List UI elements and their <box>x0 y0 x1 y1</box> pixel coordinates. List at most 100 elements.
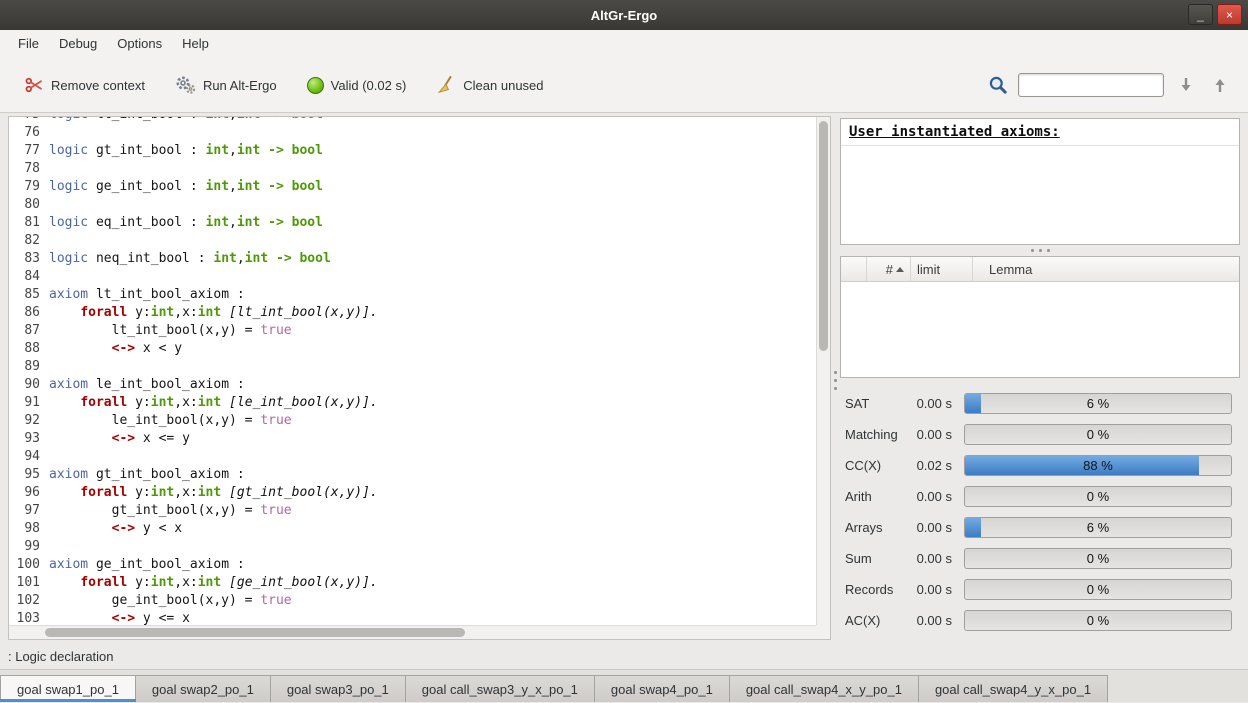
line-number: 91 <box>9 395 49 413</box>
search-input[interactable] <box>1018 73 1164 97</box>
vertical-scrollbar-thumb[interactable] <box>819 121 828 351</box>
tab-goal-call-swap4-y-x-po-1[interactable]: goal call_swap4_y_x_po_1 <box>918 675 1108 702</box>
code-line: 103 <-> y <= x <box>9 611 378 625</box>
code-viewport[interactable]: 75logic lt_int_bool : int,int -> bool76 7… <box>9 117 816 625</box>
tab-goal-call-swap3-y-x-po-1[interactable]: goal call_swap3_y_x_po_1 <box>405 675 595 702</box>
stat-row: Matching0.00 s 0 % <box>840 419 1240 450</box>
run-alt-ergo-button[interactable]: Run Alt-Ergo <box>175 75 277 95</box>
progress-text: 0 % <box>965 425 1231 444</box>
menu-bar: FileDebugOptionsHelp <box>0 30 1248 58</box>
line-number: 88 <box>9 341 49 359</box>
line-number: 76 <box>9 125 49 143</box>
stat-time: 0.00 s <box>904 396 952 411</box>
line-number: 93 <box>9 431 49 449</box>
progress-text: 0 % <box>965 611 1231 630</box>
line-number: 86 <box>9 305 49 323</box>
code-text: ge_int_bool(x,y) = true <box>49 593 292 611</box>
clean-unused-button[interactable]: Clean unused <box>436 75 543 95</box>
close-button[interactable]: × <box>1217 4 1242 25</box>
progress-text: 6 % <box>965 518 1231 537</box>
vertical-scrollbar[interactable] <box>816 117 830 625</box>
horizontal-pane-divider-grip[interactable] <box>1015 246 1065 255</box>
code-line: 98 <-> y < x <box>9 521 378 539</box>
code-line: 93 <-> x <= y <box>9 431 378 449</box>
line-number: 90 <box>9 377 49 395</box>
tab-goal-call-swap4-x-y-po-1[interactable]: goal call_swap4_x_y_po_1 <box>729 675 919 702</box>
code-line: 99 <box>9 539 378 557</box>
code-line: 84 <box>9 269 378 287</box>
title-bar: AltGr-Ergo _ × <box>0 0 1248 30</box>
code-line: 76 <box>9 125 378 143</box>
code-text: logic gt_int_bool : int,int -> bool <box>49 143 323 161</box>
stat-label: Matching <box>840 427 904 442</box>
remove-context-button[interactable]: Remove context <box>24 75 145 95</box>
code-editor[interactable]: 75logic lt_int_bool : int,int -> bool76 7… <box>8 116 831 640</box>
code-line: 83logic neq_int_bool : int,int -> bool <box>9 251 378 269</box>
pane-divider-grip[interactable] <box>832 360 839 400</box>
line-number: 98 <box>9 521 49 539</box>
progress-text: 6 % <box>965 394 1231 413</box>
stat-time: 0.00 s <box>904 427 952 442</box>
code-line: 94 <box>9 449 378 467</box>
stat-row: Records0.00 s0 % <box>840 574 1240 605</box>
code-text: forall y:int,x:int [le_int_bool(x,y)]. <box>49 395 378 413</box>
table-col-number[interactable]: # <box>867 257 911 281</box>
code-text: <-> x < y <box>49 341 182 359</box>
toolbar-search-group <box>988 58 1232 112</box>
line-number: 101 <box>9 575 49 593</box>
code-line: 101 forall y:int,x:int [ge_int_bool(x,y)… <box>9 575 378 593</box>
line-number: 94 <box>9 449 49 467</box>
line-number: 95 <box>9 467 49 485</box>
code-text: axiom le_int_bool_axiom : <box>49 377 245 395</box>
code-text: forall y:int,x:int [lt_int_bool(x,y)]. <box>49 305 378 323</box>
tab-goal-swap3-po-1[interactable]: goal swap3_po_1 <box>270 675 406 702</box>
stat-label: SAT <box>840 396 904 411</box>
menu-item-debug[interactable]: Debug <box>49 30 107 58</box>
code-text: <-> y < x <box>49 521 182 539</box>
table-col-number-label: # <box>886 262 893 277</box>
goal-tabs: goal swap1_po_1goal swap2_po_1goal swap3… <box>0 669 1248 702</box>
table-col-lemma[interactable]: Lemma <box>973 257 1239 281</box>
code-line: 90axiom le_int_bool_axiom : <box>9 377 378 395</box>
code-line: 87 lt_int_bool(x,y) = true <box>9 323 378 341</box>
line-number: 79 <box>9 179 49 197</box>
stat-time: 0.00 s <box>904 489 952 504</box>
stat-row: Arith0.00 s0 % <box>840 481 1240 512</box>
horizontal-scrollbar[interactable] <box>9 625 816 639</box>
scissors-icon <box>24 75 44 95</box>
line-number: 102 <box>9 593 49 611</box>
progress-text: 88 % <box>965 456 1231 475</box>
jump-down-button[interactable] <box>1174 73 1198 97</box>
code-line: 102 ge_int_bool(x,y) = true <box>9 593 378 611</box>
line-number: 80 <box>9 197 49 215</box>
code-line: 79logic ge_int_bool : int,int -> bool <box>9 179 378 197</box>
code-line: 75logic lt_int_bool : int,int -> bool <box>9 117 378 125</box>
lemma-table: # limit Lemma <box>840 256 1240 378</box>
line-number: 81 <box>9 215 49 233</box>
tab-goal-swap4-po-1[interactable]: goal swap4_po_1 <box>594 675 730 702</box>
code-line: 82 <box>9 233 378 251</box>
menu-item-file[interactable]: File <box>8 30 49 58</box>
stat-row: AC(X)0.00 s0 % <box>840 605 1240 636</box>
progress-text: 0 % <box>965 487 1231 506</box>
run-alt-ergo-label: Run Alt-Ergo <box>203 78 277 93</box>
status-bar: : Logic declaration <box>0 646 114 668</box>
tab-goal-swap2-po-1[interactable]: goal swap2_po_1 <box>135 675 271 702</box>
table-col-limit[interactable]: limit <box>911 257 973 281</box>
tab-goal-swap1-po-1[interactable]: goal swap1_po_1 <box>0 675 136 702</box>
line-number: 83 <box>9 251 49 269</box>
menu-item-help[interactable]: Help <box>172 30 219 58</box>
minimize-button[interactable]: _ <box>1188 4 1213 25</box>
axioms-panel-title: User instantiated axioms: <box>841 119 1239 146</box>
code-content: 75logic lt_int_bool : int,int -> bool76 7… <box>9 117 378 625</box>
axioms-panel: User instantiated axioms: <box>840 118 1240 245</box>
horizontal-scrollbar-thumb[interactable] <box>45 628 465 637</box>
code-line: 96 forall y:int,x:int [gt_int_bool(x,y)]… <box>9 485 378 503</box>
progress-text: 0 % <box>965 549 1231 568</box>
menu-item-options[interactable]: Options <box>107 30 172 58</box>
stat-label: Records <box>840 582 904 597</box>
line-number: 82 <box>9 233 49 251</box>
jump-up-button[interactable] <box>1208 73 1232 97</box>
stat-progressbar: 0 % <box>964 579 1232 600</box>
code-line: 80 <box>9 197 378 215</box>
